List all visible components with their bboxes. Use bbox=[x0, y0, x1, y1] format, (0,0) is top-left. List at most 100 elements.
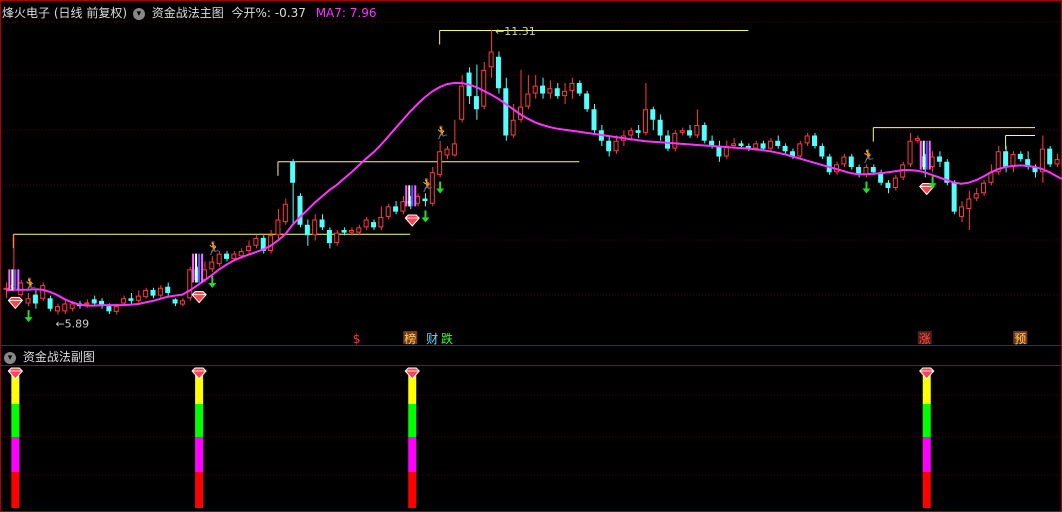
candle-up bbox=[753, 143, 759, 149]
sub-chart bbox=[7, 367, 935, 508]
sub-signal-column bbox=[11, 472, 20, 508]
candle-up bbox=[246, 245, 252, 251]
candle-down bbox=[297, 195, 303, 225]
candle-up bbox=[694, 125, 700, 136]
candle-down bbox=[540, 85, 546, 94]
candle-down bbox=[473, 96, 479, 110]
candle-up bbox=[481, 69, 487, 107]
diamond-icon bbox=[191, 291, 207, 304]
candle-up bbox=[451, 143, 457, 156]
down-arrow-head bbox=[436, 188, 445, 194]
diamond-icon bbox=[7, 296, 24, 310]
candle-up bbox=[25, 298, 31, 304]
candle-up bbox=[135, 295, 141, 301]
candle-down bbox=[150, 289, 156, 296]
indicator-name[interactable]: 资金战法主图 bbox=[152, 6, 224, 20]
candle-up bbox=[907, 140, 913, 165]
reference-lines bbox=[12, 30, 1035, 249]
candle-down bbox=[341, 230, 347, 233]
candle-down bbox=[738, 143, 744, 146]
candle-up bbox=[966, 198, 972, 209]
candle-down bbox=[32, 294, 38, 304]
candle-up bbox=[679, 130, 685, 133]
stock-name[interactable]: 烽火电子 bbox=[2, 6, 50, 20]
diamond-icon bbox=[191, 367, 207, 380]
candle-up bbox=[3, 287, 9, 290]
signal-bar bbox=[405, 185, 408, 207]
signals-layer: 🏃 🏃 🏃 🏃 🏃 $ 榜财跌 涨 预 bbox=[7, 125, 1028, 346]
candle-up bbox=[179, 300, 185, 305]
candle-up bbox=[121, 298, 127, 304]
candle-down bbox=[701, 125, 707, 141]
down-arrow-head bbox=[24, 317, 33, 323]
candle-down bbox=[584, 93, 590, 110]
signal-bar bbox=[14, 269, 17, 291]
sub-signal-column bbox=[11, 437, 20, 472]
candle-up bbox=[547, 88, 553, 94]
diamond-shape bbox=[7, 296, 24, 310]
candle-down bbox=[951, 182, 957, 212]
signal-bar bbox=[919, 140, 922, 170]
candle-up bbox=[444, 148, 450, 156]
candle-up bbox=[510, 119, 516, 136]
chevron-down-icon[interactable]: ▾ bbox=[4, 351, 16, 364]
candle-up bbox=[437, 151, 443, 175]
candle-up bbox=[187, 269, 193, 299]
candle-up bbox=[356, 227, 362, 233]
down-arrow-head bbox=[208, 283, 217, 288]
candle-up bbox=[613, 140, 619, 152]
sub-signal-column bbox=[922, 472, 931, 508]
candle-down bbox=[495, 56, 501, 89]
candle-down bbox=[782, 146, 788, 152]
grid-lines bbox=[0, 0, 1062, 512]
candle-down bbox=[826, 156, 832, 173]
chevron-down-icon[interactable]: ▾ bbox=[132, 7, 145, 20]
candle-up bbox=[973, 193, 979, 199]
signal-bar bbox=[17, 269, 20, 291]
candle-up bbox=[385, 206, 391, 217]
stock-chart: 🏃 🏃 🏃 🏃 🏃 $ 榜财跌 涨 预 ←11.31 ←5.89 bbox=[0, 0, 1062, 512]
candle-down bbox=[606, 140, 612, 152]
ma7-line bbox=[5, 82, 1062, 307]
candle-down bbox=[319, 219, 325, 228]
candle-down bbox=[326, 230, 332, 244]
candle-up bbox=[672, 132, 678, 149]
candle-down bbox=[422, 198, 428, 202]
candle-up bbox=[525, 93, 531, 107]
period-label[interactable]: (日线 前复权) bbox=[54, 6, 127, 20]
candle-up bbox=[731, 143, 737, 146]
down-arrow-head bbox=[862, 188, 871, 194]
signal-bar bbox=[411, 185, 414, 207]
runner-icon: 🏃 bbox=[206, 240, 222, 256]
candle-down bbox=[775, 140, 781, 146]
signal-bar bbox=[11, 269, 14, 291]
candle-up bbox=[642, 109, 648, 133]
signal-bar bbox=[8, 269, 11, 291]
candle-up bbox=[69, 303, 75, 309]
candle-up bbox=[841, 156, 847, 165]
candle-up bbox=[157, 287, 163, 296]
candle-up bbox=[40, 285, 46, 299]
candle-up bbox=[54, 306, 60, 312]
ma7-value: 7.96 bbox=[349, 6, 377, 20]
candle-down bbox=[165, 286, 171, 293]
open-pct-label: 今开%: bbox=[231, 6, 271, 20]
diamond-icon bbox=[404, 214, 420, 227]
down-arrow-head bbox=[421, 217, 430, 223]
candle-up bbox=[981, 182, 987, 194]
signal-bar bbox=[922, 140, 925, 170]
low-price-label: ←5.89 bbox=[55, 318, 89, 331]
candle-up bbox=[532, 85, 538, 94]
candle-up bbox=[892, 177, 898, 188]
signal-bar bbox=[198, 253, 201, 283]
candle-up bbox=[209, 261, 215, 270]
candle-up bbox=[238, 251, 244, 257]
candle-up bbox=[1010, 153, 1016, 167]
sub-indicator-name[interactable]: 资金战法副图 bbox=[23, 350, 95, 364]
diamond-shape bbox=[191, 291, 207, 304]
candle-up bbox=[363, 219, 369, 228]
candlesticks bbox=[3, 29, 1062, 315]
candle-down bbox=[819, 146, 825, 157]
diamond-shape bbox=[191, 367, 207, 380]
runner-icon: 🏃 bbox=[434, 125, 450, 141]
